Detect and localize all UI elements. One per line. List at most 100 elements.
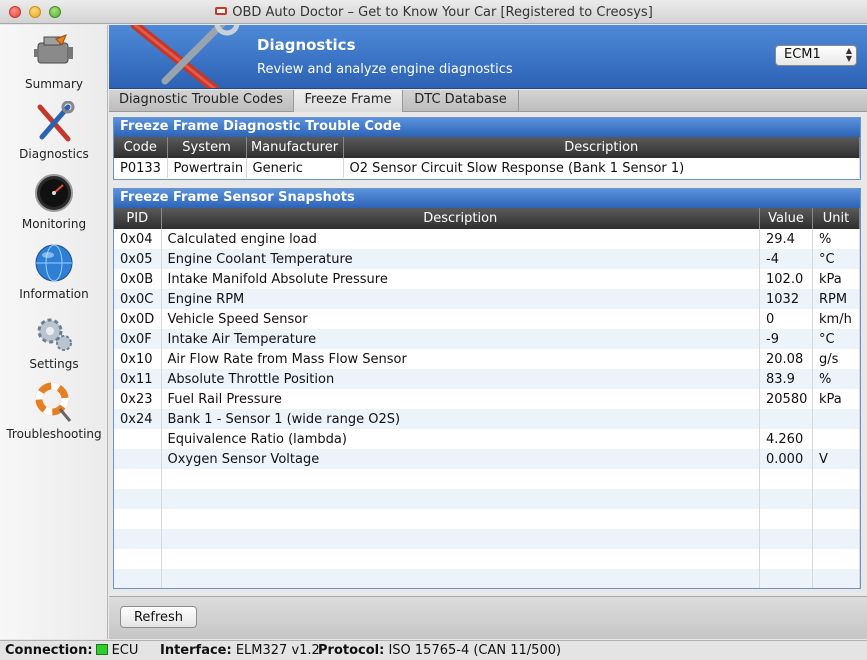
cell-pid bbox=[114, 449, 162, 469]
column-header-code[interactable]: Code bbox=[114, 137, 168, 158]
app-icon bbox=[215, 7, 228, 15]
dtc-system: Powertrain bbox=[167, 158, 247, 178]
empty-row bbox=[114, 569, 860, 588]
empty-cell bbox=[759, 529, 813, 549]
cell-pid: 0x04 bbox=[114, 229, 162, 249]
cell-pid: 0x0F bbox=[114, 329, 162, 349]
table-row[interactable]: 0x0C Engine RPM 1032 RPM bbox=[114, 289, 860, 309]
cell-pid: 0x23 bbox=[114, 389, 162, 409]
title-bar: OBD Auto Doctor – Get to Know Your Car [… bbox=[0, 0, 867, 24]
interface-status: Interface: ELM327 v1.2 bbox=[160, 643, 320, 658]
empty-cell bbox=[114, 529, 162, 549]
empty-cell bbox=[161, 549, 760, 569]
column-header-description[interactable]: Description bbox=[343, 137, 860, 158]
snapshots-table: PID Description Value Unit 0x04 Calculate… bbox=[114, 208, 860, 588]
dtc-description: O2 Sensor Circuit Slow Response (Bank 1 … bbox=[343, 158, 860, 178]
table-row[interactable]: P0133 Powertrain Generic O2 Sensor Circu… bbox=[114, 158, 860, 178]
dtc-code: P0133 bbox=[114, 158, 168, 178]
cell-unit: °C bbox=[812, 249, 860, 269]
table-row[interactable]: 0x04 Calculated engine load 29.4% bbox=[114, 229, 860, 249]
cell-description: Equivalence Ratio (lambda) bbox=[161, 429, 760, 449]
empty-cell bbox=[759, 569, 813, 588]
cell-description: Oxygen Sensor Voltage bbox=[161, 449, 760, 469]
gauge-icon bbox=[35, 174, 73, 212]
connection-indicator bbox=[95, 644, 108, 655]
empty-cell bbox=[161, 509, 760, 529]
dtc-table: Code System Manufacturer Description P01… bbox=[114, 137, 860, 178]
snapshots-table-body: 0x04 Calculated engine load 29.4% 0x05 Engin… bbox=[114, 229, 860, 588]
protocol-label: Protocol: bbox=[318, 643, 385, 658]
sidebar-item-summary[interactable]: Summary bbox=[0, 31, 108, 101]
tab-diagnostic-trouble-codes[interactable]: Diagnostic Trouble Codes bbox=[109, 90, 294, 112]
tools-icon bbox=[130, 25, 240, 88]
tab-bar: Diagnostic Trouble Codes Freeze Frame DT… bbox=[109, 90, 867, 112]
table-row[interactable]: 0x05 Engine Coolant Temperature -4 °C bbox=[114, 249, 860, 269]
sidebar-item-diagnostics[interactable]: Diagnostics bbox=[0, 101, 108, 171]
cell-pid bbox=[114, 429, 162, 449]
cell-value: 4.260 bbox=[759, 429, 813, 449]
table-row[interactable]: 0x23 Fuel Rail Pressure 20580 kPa bbox=[114, 389, 860, 409]
sidebar: Summary Diagnostics Monitoring Informati… bbox=[0, 25, 108, 639]
ecu-select[interactable]: ECM1 ▲ ▼ bbox=[775, 45, 857, 66]
cell-description: Vehicle Speed Sensor bbox=[161, 309, 760, 329]
dtc-panel-title: Freeze Frame Diagnostic Trouble Code bbox=[114, 118, 860, 137]
dtc-manufacturer: Generic bbox=[246, 158, 344, 178]
freeze-frame-dtc-panel: Freeze Frame Diagnostic Trouble Code Cod… bbox=[113, 117, 861, 180]
cell-unit: RPM bbox=[812, 289, 860, 309]
ecu-select-value: ECM1 bbox=[784, 47, 821, 62]
cell-unit: kPa bbox=[812, 269, 860, 289]
table-row[interactable]: 0x0F Intake Air Temperature -9 °C bbox=[114, 329, 860, 349]
engine-icon bbox=[34, 34, 73, 64]
interface-label: Interface: bbox=[160, 643, 232, 658]
table-row[interactable]: 0x0B Intake Manifold Absolute Pressure 102… bbox=[114, 269, 860, 289]
header-banner: Diagnostics Review and analyze engine di… bbox=[109, 25, 867, 89]
window-title-wrap: OBD Auto Doctor – Get to Know Your Car [… bbox=[0, 4, 867, 20]
column-header-system[interactable]: System bbox=[167, 137, 247, 158]
cell-unit: kPa bbox=[812, 389, 860, 409]
table-row[interactable]: 0x0D Vehicle Speed Sensor 0 km/h bbox=[114, 309, 860, 329]
tab-freeze-frame[interactable]: Freeze Frame bbox=[294, 90, 403, 112]
table-row[interactable]: 0x10 Air Flow Rate from Mass Flow Sensor 2… bbox=[114, 349, 860, 369]
refresh-button[interactable]: Refresh bbox=[120, 606, 197, 628]
sidebar-item-settings[interactable]: Settings bbox=[0, 311, 108, 381]
cell-value: 0.000 bbox=[759, 449, 813, 469]
connection-value: ECU bbox=[111, 643, 139, 658]
empty-cell bbox=[812, 549, 860, 569]
cell-pid: 0x0C bbox=[114, 289, 162, 309]
sidebar-item-information[interactable]: Information bbox=[0, 241, 108, 311]
cell-description: Calculated engine load bbox=[161, 229, 760, 249]
protocol-value: ISO 15765-4 (CAN 11/500) bbox=[388, 643, 562, 658]
table-row[interactable]: Oxygen Sensor Voltage 0.000 V bbox=[114, 449, 860, 469]
cell-value: 20580 bbox=[759, 389, 813, 409]
column-header-unit[interactable]: Unit bbox=[812, 208, 860, 229]
empty-cell bbox=[759, 509, 813, 529]
empty-row bbox=[114, 529, 860, 549]
cell-value: 0 bbox=[759, 309, 813, 329]
column-header-pid[interactable]: PID bbox=[114, 208, 162, 229]
tab-dtc-database[interactable]: DTC Database bbox=[403, 90, 519, 112]
empty-cell bbox=[161, 529, 760, 549]
protocol-status: Protocol: ISO 15765-4 (CAN 11/500) bbox=[318, 643, 561, 658]
empty-cell bbox=[161, 569, 760, 588]
column-header-manufacturer[interactable]: Manufacturer bbox=[246, 137, 344, 158]
table-row[interactable]: 0x11 Absolute Throttle Position 83.9% bbox=[114, 369, 860, 389]
page-subtitle: Review and analyze engine diagnostics bbox=[257, 62, 513, 77]
cell-pid: 0x10 bbox=[114, 349, 162, 369]
sidebar-label-diagnostics: Diagnostics bbox=[19, 147, 89, 161]
sidebar-label-summary: Summary bbox=[25, 77, 83, 91]
column-header-value[interactable]: Value bbox=[759, 208, 813, 229]
cell-unit: °C bbox=[812, 329, 860, 349]
snapshots-panel-title: Freeze Frame Sensor Snapshots bbox=[114, 189, 860, 208]
table-row[interactable]: Equivalence Ratio (lambda) 4.260 bbox=[114, 429, 860, 449]
cell-value: -9 bbox=[759, 329, 813, 349]
connection-label: Connection: bbox=[5, 643, 93, 658]
cell-value: 102.0 bbox=[759, 269, 813, 289]
updown-arrows-icon: ▲ ▼ bbox=[845, 46, 852, 63]
empty-row bbox=[114, 489, 860, 509]
sidebar-item-monitoring[interactable]: Monitoring bbox=[0, 171, 108, 241]
table-row[interactable]: 0x24 Bank 1 - Sensor 1 (wide range O2S) bbox=[114, 409, 860, 429]
sidebar-item-troubleshooting[interactable]: Troubleshooting bbox=[0, 381, 108, 451]
column-header-description[interactable]: Description bbox=[161, 208, 760, 229]
gear-icon bbox=[37, 318, 72, 351]
cell-description: Intake Air Temperature bbox=[161, 329, 760, 349]
